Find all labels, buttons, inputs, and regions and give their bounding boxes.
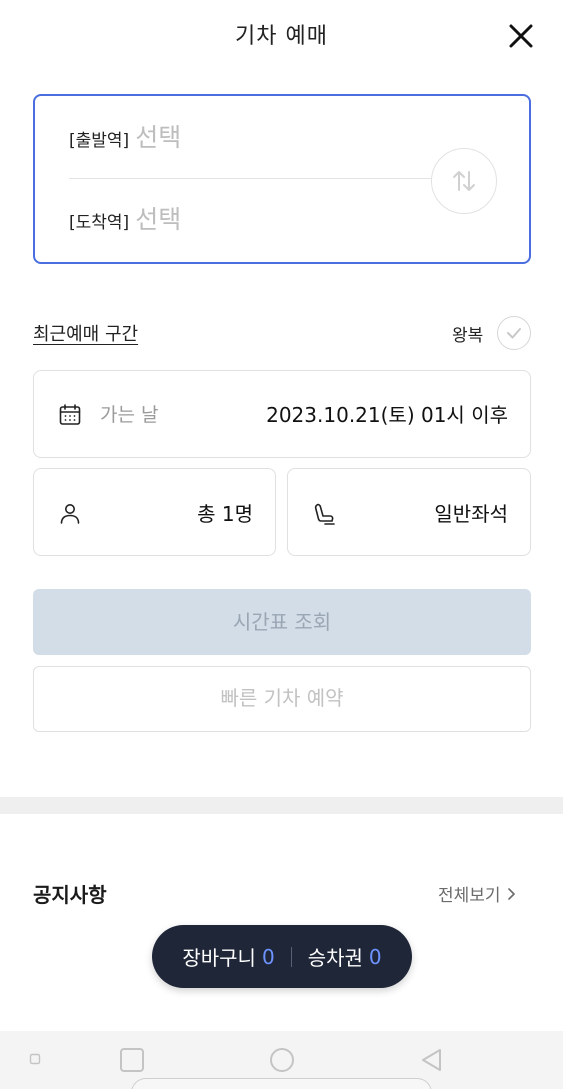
arrival-station-field[interactable]: [도착역] 선택 xyxy=(69,200,181,236)
date-value: 2023.10.21(토) 01시 이후 xyxy=(266,403,508,427)
roundtrip-checkbox[interactable] xyxy=(497,316,532,350)
cart-floating-bar: 장바구니 0 승차권 0 xyxy=(152,925,412,988)
system-navigation-bar xyxy=(0,1031,563,1089)
departure-value: 선택 xyxy=(135,123,182,152)
check-icon xyxy=(507,328,522,339)
date-placeholder: 가는 날 xyxy=(100,404,159,426)
quick-reserve-button[interactable]: 빠른 기차 예약 xyxy=(33,666,531,732)
seat-type-field[interactable]: 일반좌석 xyxy=(287,468,531,556)
close-icon xyxy=(509,24,533,48)
close-button[interactable] xyxy=(505,20,537,52)
arrival-value: 선택 xyxy=(135,205,182,234)
back-icon[interactable] xyxy=(418,1046,446,1074)
seat-icon xyxy=(314,503,335,525)
ticket-button[interactable]: 승차권 0 xyxy=(308,942,382,971)
chevron-right-icon xyxy=(507,887,515,900)
roundtrip-label: 왕복 xyxy=(452,325,484,346)
recent-apps-icon[interactable] xyxy=(118,1046,146,1074)
swap-vertical-icon xyxy=(453,171,475,191)
person-icon xyxy=(60,504,80,524)
section-divider xyxy=(0,797,563,814)
cart-label: 장바구니 xyxy=(182,946,256,970)
recent-route-link[interactable]: 최근예매 구간 xyxy=(33,320,138,346)
cart-count: 0 xyxy=(261,944,275,969)
passenger-count-value: 총 1명 xyxy=(197,502,253,526)
departure-label: [출발역] xyxy=(69,131,130,151)
departure-station-field[interactable]: [출발역] 선택 xyxy=(69,118,181,154)
page-title: 기차 예매 xyxy=(235,24,328,49)
passenger-count-field[interactable]: 총 1명 xyxy=(33,468,276,556)
departure-date-field[interactable]: 가는 날 2023.10.21(토) 01시 이후 xyxy=(33,370,531,458)
ticket-count: 0 xyxy=(368,944,382,969)
notice-view-all-label: 전체보기 xyxy=(438,886,501,906)
header: 기차 예매 xyxy=(0,0,563,70)
swap-stations-button[interactable] xyxy=(431,148,497,214)
arrival-label: [도착역] xyxy=(69,213,130,233)
notice-title: 공지사항 xyxy=(33,883,107,907)
home-icon[interactable] xyxy=(268,1046,296,1074)
gesture-handle[interactable] xyxy=(131,1078,432,1089)
roundtrip-toggle[interactable]: 왕복 xyxy=(452,316,532,350)
station-selector: [출발역] 선택 [도착역] 선택 xyxy=(33,94,531,264)
menu-dot-icon[interactable] xyxy=(29,1053,41,1065)
calendar-icon xyxy=(59,404,81,425)
station-divider xyxy=(69,178,439,179)
cart-separator xyxy=(290,946,292,967)
search-timetable-button[interactable]: 시간표 조회 xyxy=(33,589,531,655)
ticket-label: 승차권 xyxy=(307,946,363,970)
cart-button[interactable]: 장바구니 0 xyxy=(182,942,274,971)
notice-view-all-link[interactable]: 전체보기 xyxy=(438,881,517,906)
seat-type-value: 일반좌석 xyxy=(434,502,508,526)
